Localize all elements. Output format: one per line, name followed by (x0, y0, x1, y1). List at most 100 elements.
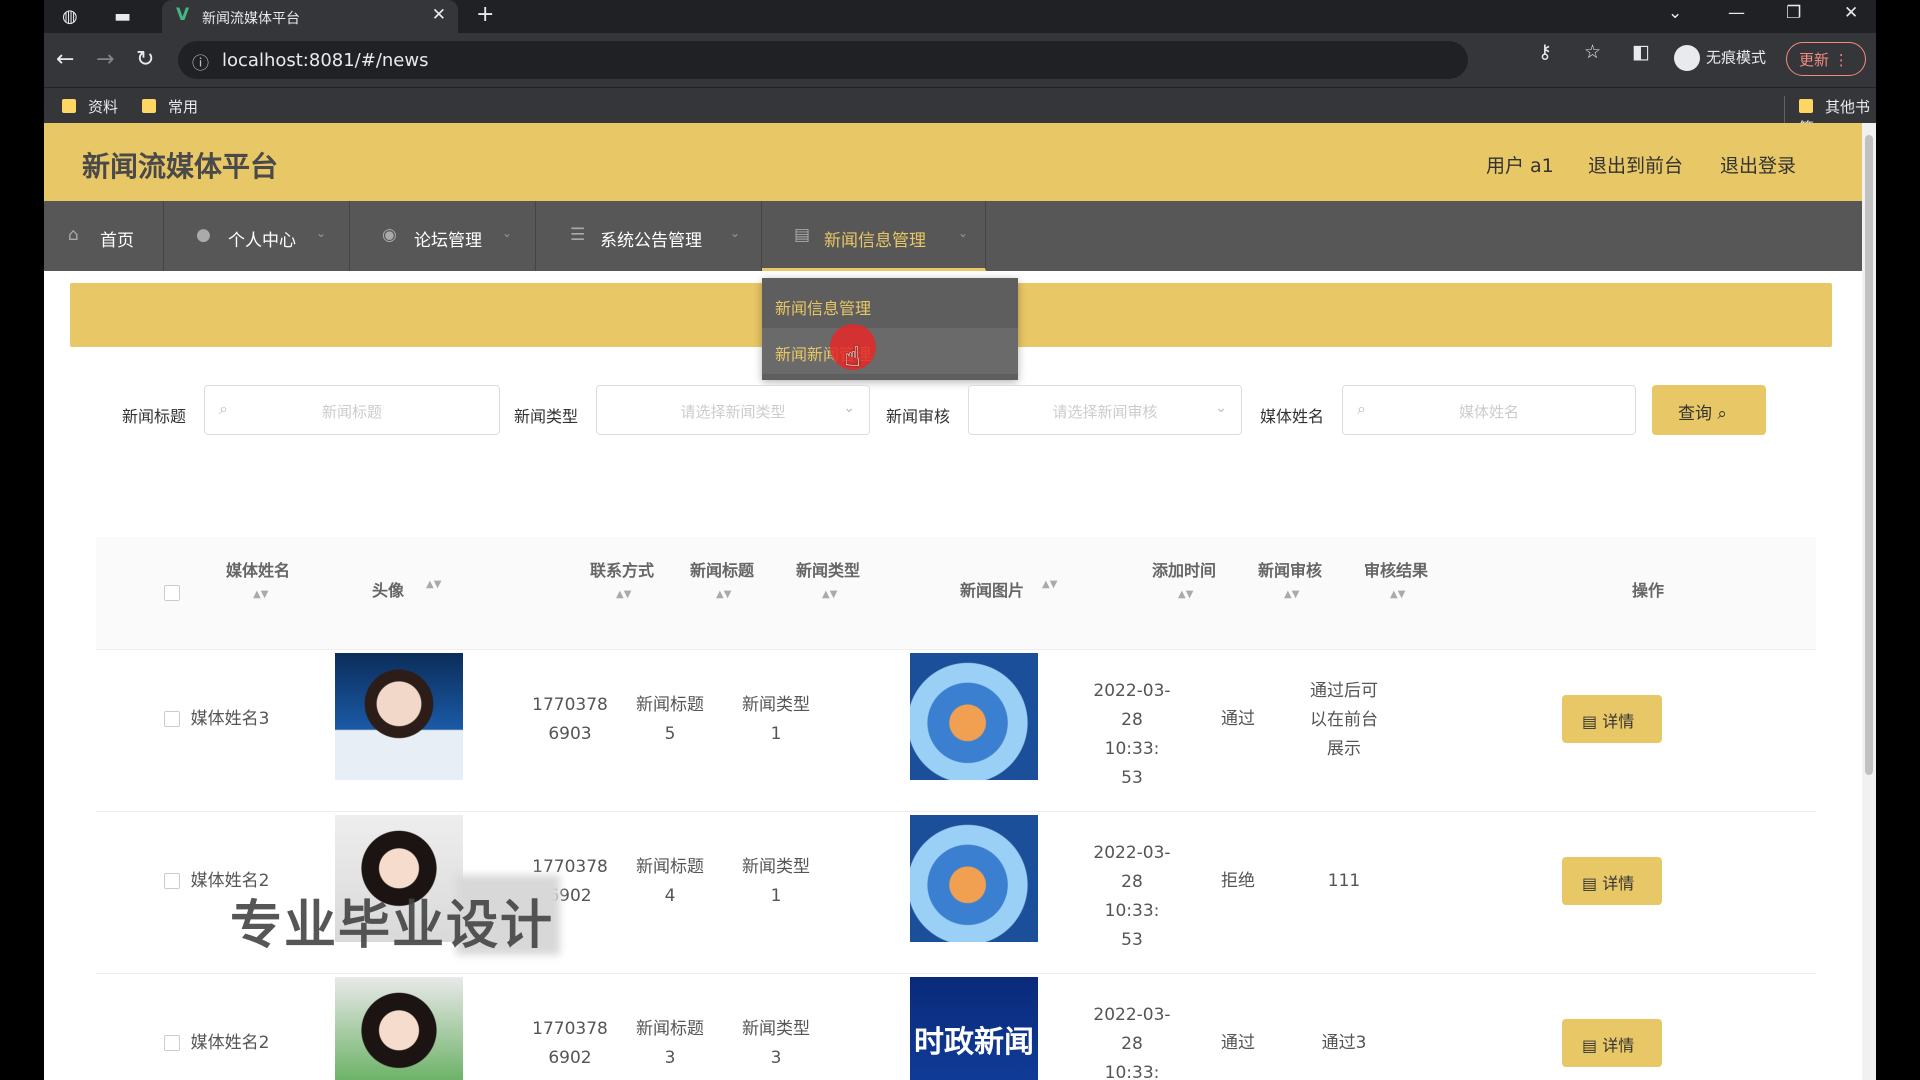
news-image-politics: 时政新闻 (910, 977, 1038, 1080)
query-label: 查询 (1678, 404, 1712, 424)
menu-label: 系统公告管理 (600, 231, 702, 251)
type-cell: 新闻类型 3 (736, 1015, 816, 1073)
review-select[interactable]: 请选择新闻审核 ⌄ (968, 385, 1242, 435)
sort-icon[interactable]: ▲▼ (822, 589, 837, 600)
star-icon[interactable]: ☆ (1584, 41, 1601, 63)
column-header[interactable]: 新闻审核 (1250, 557, 1330, 581)
key-icon[interactable]: ⚷ (1538, 41, 1552, 63)
menu-label: 首页 (100, 231, 134, 251)
result-line: 111 (1327, 871, 1361, 891)
menu-label: 论坛管理 (414, 231, 482, 251)
menu-item-forum[interactable]: ◉ 论坛管理 ⌄ (350, 201, 536, 271)
column-header[interactable]: 新闻标题 (682, 557, 762, 581)
sort-icon[interactable]: ▲▼ (1042, 579, 1057, 590)
document-icon: ▤ (1582, 712, 1598, 731)
news-image-globe (910, 653, 1038, 780)
column-header[interactable]: 审核结果 (1356, 557, 1436, 581)
tab-list-icon[interactable]: ▬ (114, 6, 131, 27)
menu-item-personal[interactable]: ● 个人中心 ⌄ (164, 201, 350, 271)
result-cell: 通过3 (1300, 1029, 1388, 1058)
row-divider (96, 973, 1816, 974)
news-submenu: 新闻信息管理 新闻新闻管理 (762, 278, 1018, 380)
logout-link[interactable]: 退出登录 (1720, 151, 1796, 178)
side-panel-icon[interactable]: ◧ (1632, 41, 1650, 63)
media-name-cell: 媒体姓名3 (190, 709, 270, 729)
column-header[interactable]: 媒体姓名 (196, 557, 320, 581)
result-line: 通过3 (1321, 1033, 1367, 1053)
update-button[interactable]: 更新 ⋮ (1786, 42, 1866, 76)
phone-line: 6902 (548, 1048, 592, 1068)
detail-button[interactable]: ▤ 详情 (1562, 857, 1662, 905)
type-line: 1 (770, 724, 782, 744)
location-icon: ◉ (382, 225, 397, 245)
chevron-down-icon: ⌄ (316, 226, 327, 240)
incognito-indicator[interactable]: 无痕模式 (1674, 45, 1766, 71)
incognito-icon (1674, 45, 1700, 71)
detail-button[interactable]: ▤ 详情 (1562, 695, 1662, 743)
close-window-icon[interactable]: ✕ (1844, 3, 1858, 23)
sort-icon[interactable]: ▲▼ (716, 589, 731, 600)
type-select[interactable]: 请选择新闻类型 ⌄ (596, 385, 870, 435)
menu-item-news[interactable]: ▤ 新闻信息管理 ⌄ (762, 201, 986, 271)
title-cell: 新闻标题 4 (630, 853, 710, 911)
result-line: 展示 (1327, 739, 1361, 759)
menu-item-home[interactable]: ⌂ 首页 (44, 201, 164, 271)
column-header[interactable]: 添加时间 (1144, 557, 1224, 581)
title-cell: 新闻标题 3 (630, 1015, 710, 1073)
scrollbar-thumb[interactable] (1865, 135, 1873, 775)
browser-tab[interactable]: V 新闻流媒体平台 ✕ (162, 0, 458, 33)
type-line: 新闻类型 (742, 1019, 810, 1039)
table-header: 媒体姓名 ▲▼ 头像 ▲▼ 联系方式 ▲▼ 新闻标题 ▲▼ 新闻类型 ▲▼ 新闻… (96, 537, 1816, 649)
title-line: 新闻标题 (636, 1019, 704, 1039)
sort-icon[interactable]: ▲▼ (616, 589, 631, 600)
type-cell: 新闻类型 1 (736, 853, 816, 911)
forward-icon[interactable]: → (96, 47, 114, 72)
document-icon: ▤ (1582, 874, 1598, 893)
sort-icon[interactable]: ▲▼ (426, 579, 441, 590)
new-tab-button[interactable]: + (476, 2, 494, 27)
document-icon: ▤ (794, 225, 811, 245)
submenu-item-news-news[interactable]: 新闻新闻管理 (762, 328, 1018, 374)
column-header[interactable]: 新闻类型 (788, 557, 868, 581)
tab-close-icon[interactable]: ✕ (432, 5, 446, 25)
tab-search-icon[interactable]: ⌄ (1668, 3, 1682, 23)
sort-icon[interactable]: ▲▼ (1390, 589, 1405, 600)
review-cell: 通过 (1221, 709, 1255, 729)
column-header[interactable]: 联系方式 (572, 557, 672, 581)
title-line: 新闻标题 (636, 695, 704, 715)
bookmark-folder-1[interactable]: 资料 (62, 96, 118, 117)
time-cell: 2022-03- 28 10:33: 53 (1092, 677, 1172, 793)
media-search-input[interactable]: ⌕ 媒体姓名 (1342, 385, 1636, 435)
back-icon[interactable]: ← (56, 47, 74, 72)
site-info-icon[interactable]: ⓘ (192, 49, 209, 74)
select-all-checkbox[interactable] (164, 585, 180, 601)
submenu-item-news-info[interactable]: 新闻信息管理 (762, 282, 1018, 328)
time-line: 53 (1121, 768, 1143, 788)
column-header[interactable]: 新闻图片 (942, 577, 1042, 601)
column-header[interactable]: 头像 (348, 577, 428, 601)
globe-icon[interactable]: ◍ (62, 6, 78, 27)
page-scrollbar[interactable] (1862, 123, 1876, 1080)
back-to-front-link[interactable]: 退出到前台 (1588, 151, 1683, 178)
detail-button[interactable]: ▤ 详情 (1562, 1019, 1662, 1067)
address-bar[interactable]: ⓘ localhost:8081/#/news (178, 41, 1468, 79)
minimize-icon[interactable]: — (1728, 3, 1745, 23)
url-text: localhost:8081/#/news (222, 50, 429, 71)
sort-icon[interactable]: ▲▼ (1284, 589, 1299, 600)
bookmark-folder-2[interactable]: 常用 (142, 96, 198, 117)
sort-icon[interactable]: ▲▼ (253, 589, 268, 600)
home-icon: ⌂ (68, 225, 79, 245)
result-line: 通过后可 (1310, 681, 1378, 701)
query-button[interactable]: 查询 ⌕ (1652, 385, 1766, 435)
restore-icon[interactable]: ❐ (1786, 3, 1801, 23)
menu-item-announcement[interactable]: ☰ 系统公告管理 ⌄ (536, 201, 762, 271)
title-line: 3 (664, 1048, 676, 1068)
sort-icon[interactable]: ▲▼ (1178, 589, 1193, 600)
right-frame (1876, 0, 1920, 1080)
bookmark-label: 常用 (168, 98, 199, 116)
title-search-input[interactable]: ⌕ 新闻标题 (204, 385, 500, 435)
reload-icon[interactable]: ↻ (136, 47, 154, 72)
folder-icon (62, 99, 76, 113)
review-cell: 通过 (1221, 1033, 1255, 1053)
review-cell: 拒绝 (1221, 871, 1255, 891)
